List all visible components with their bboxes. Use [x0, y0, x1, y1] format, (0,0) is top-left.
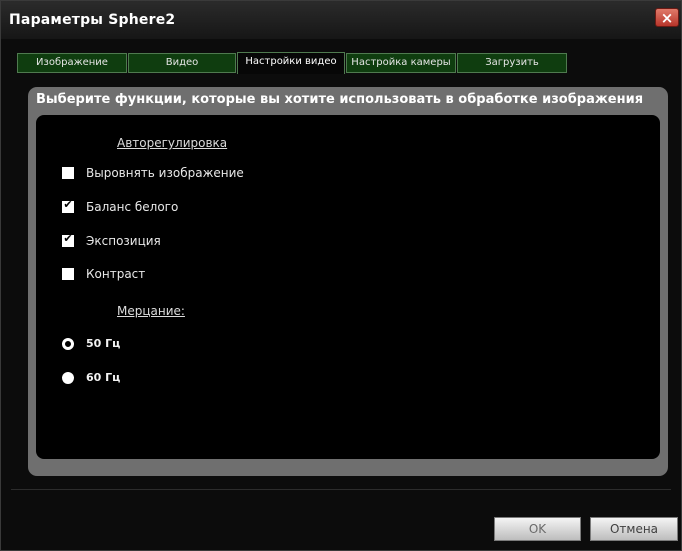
50hz-label: 50 Гц: [86, 337, 121, 350]
tab-video-settings[interactable]: Настройки видео: [237, 52, 345, 74]
tab-upload[interactable]: Загрузить: [457, 53, 567, 73]
60hz-label: 60 Гц: [86, 371, 121, 384]
options-box: Авторегулировка Выровнять изображение ✔ …: [36, 115, 660, 459]
ok-button[interactable]: OK: [494, 517, 581, 541]
tab-image[interactable]: Изображение: [17, 53, 127, 73]
align-image-checkbox[interactable]: [62, 167, 74, 179]
window-title: Параметры Sphere2: [9, 12, 176, 28]
close-button[interactable]: ×: [655, 8, 679, 27]
align-image-label: Выровнять изображение: [86, 166, 244, 180]
tab-video[interactable]: Видео: [128, 53, 236, 73]
footer-divider: [11, 489, 671, 490]
exposure-checkbox[interactable]: ✔: [62, 232, 74, 247]
title-bar[interactable]: Параметры Sphere2 ×: [1, 1, 681, 39]
close-icon: ×: [660, 9, 674, 27]
white-balance-label: Баланс белого: [86, 200, 179, 214]
checkmark-icon: ✔: [63, 232, 73, 245]
contrast-checkbox[interactable]: [62, 268, 74, 280]
options-panel: Выберите функции, которые вы хотите испо…: [28, 87, 668, 476]
autoadjust-label: Авторегулировка: [117, 136, 228, 150]
checkmark-icon: ✔: [63, 198, 73, 211]
exposure-label: Экспозиция: [86, 234, 161, 248]
contrast-label: Контраст: [86, 267, 146, 281]
settings-dialog: Параметры Sphere2 × Изображение Видео На…: [0, 0, 682, 551]
50hz-radio[interactable]: [62, 338, 74, 350]
flicker-label: Мерцание:: [117, 304, 185, 318]
white-balance-checkbox[interactable]: ✔: [62, 198, 74, 213]
cancel-button[interactable]: Отмена: [590, 517, 678, 541]
tab-camera-settings[interactable]: Настройка камеры: [346, 53, 456, 73]
60hz-radio[interactable]: [62, 372, 74, 384]
panel-heading: Выберите функции, которые вы хотите испо…: [36, 92, 644, 107]
